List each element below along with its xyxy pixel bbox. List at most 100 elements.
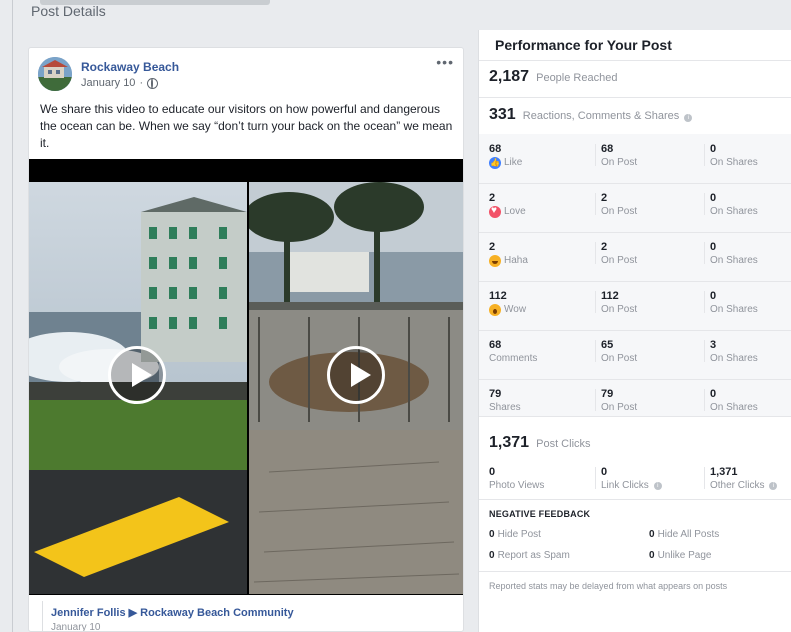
love-on-shares-cell: 0 On Shares bbox=[710, 192, 758, 218]
wow-total-cell: 112 Wow bbox=[489, 290, 526, 316]
unlike-page-label: Unlike Page bbox=[657, 550, 712, 561]
page-avatar[interactable] bbox=[38, 57, 72, 91]
report-spam-stat: 0 Report as Spam bbox=[489, 550, 570, 561]
love-on-shares-value: 0 bbox=[710, 192, 717, 204]
row-divider bbox=[479, 330, 791, 331]
on-post-label: On Post bbox=[601, 402, 638, 413]
info-icon[interactable]: i bbox=[769, 481, 778, 490]
more-options-button[interactable]: ••• bbox=[436, 54, 454, 70]
wow-on-shares-cell: 0 On Shares bbox=[710, 290, 758, 316]
left-divider bbox=[12, 0, 13, 632]
shares-total-value: 79 bbox=[489, 388, 502, 400]
unlike-page-stat: 0 Unlike Page bbox=[649, 550, 711, 561]
play-button-left[interactable] bbox=[108, 346, 166, 404]
divider bbox=[479, 416, 791, 417]
on-shares-label: On Shares bbox=[710, 157, 758, 168]
hide-all-posts-value: 0 bbox=[649, 529, 655, 540]
cell-divider bbox=[595, 467, 596, 489]
shares-on-post-value: 79 bbox=[601, 388, 614, 400]
reactions-label: Reactions, Comments & Shares bbox=[522, 110, 680, 122]
on-shares-label: On Shares bbox=[710, 255, 758, 266]
comment-author-link[interactable]: Jennifer Follis ▶ Rockaway Beach Communi… bbox=[51, 606, 294, 619]
like-total-cell: 68Like bbox=[489, 143, 522, 169]
cell-divider bbox=[595, 144, 596, 166]
on-post-label: On Post bbox=[601, 304, 638, 315]
cell-divider bbox=[704, 144, 705, 166]
love-on-post-value: 2 bbox=[601, 192, 608, 204]
row-divider bbox=[479, 183, 791, 184]
on-post-label: On Post bbox=[601, 157, 638, 168]
people-reached: 2,187 People Reached bbox=[489, 68, 617, 86]
post-clicks: 1,371 Post Clicks bbox=[489, 434, 591, 452]
globe-icon bbox=[147, 77, 159, 89]
cell-divider bbox=[595, 291, 596, 313]
shares-on-post-cell: 79 On Post bbox=[601, 388, 637, 414]
performance-panel: Performance for Your Post 2,187 People R… bbox=[478, 30, 791, 632]
haha-icon bbox=[489, 254, 501, 267]
link-clicks-cell: 0 Link Clicks i bbox=[601, 466, 662, 492]
other-clicks-label: Other Clicks bbox=[710, 480, 765, 491]
people-reached-label: People Reached bbox=[536, 72, 618, 84]
haha-label: Haha bbox=[504, 255, 528, 266]
comments-total-value: 68 bbox=[489, 339, 502, 351]
play-button-right[interactable] bbox=[327, 346, 385, 404]
cell-divider bbox=[704, 193, 705, 215]
link-clicks-label: Link Clicks bbox=[601, 480, 649, 491]
like-on-post-value: 68 bbox=[601, 143, 614, 155]
divider bbox=[479, 60, 791, 61]
haha-on-post-cell: 2 On Post bbox=[601, 241, 637, 267]
page-name-link[interactable]: Rockaway Beach bbox=[81, 60, 179, 74]
divider bbox=[479, 571, 791, 572]
love-total-cell: 2Love bbox=[489, 192, 526, 218]
divider bbox=[479, 499, 791, 500]
on-shares-label: On Shares bbox=[710, 402, 758, 413]
on-shares-label: On Shares bbox=[710, 353, 758, 364]
post-text: We share this video to educate our visit… bbox=[40, 102, 453, 150]
shares-on-shares-value: 0 bbox=[710, 388, 717, 400]
comments-on-post-value: 65 bbox=[601, 339, 614, 351]
hide-post-label: Hide Post bbox=[497, 529, 541, 540]
row-divider bbox=[479, 281, 791, 282]
love-icon bbox=[489, 204, 501, 218]
hide-all-posts-stat: 0 Hide All Posts bbox=[649, 529, 719, 540]
page-title: Post Details bbox=[31, 3, 106, 19]
people-reached-value: 2,187 bbox=[489, 68, 530, 85]
cell-divider bbox=[704, 389, 705, 411]
like-on-shares-value: 0 bbox=[710, 143, 717, 155]
photo-views-label: Photo Views bbox=[489, 480, 545, 491]
report-spam-value: 0 bbox=[489, 550, 495, 561]
comment-divider bbox=[42, 601, 43, 631]
cell-divider bbox=[595, 340, 596, 362]
like-label: Like bbox=[504, 157, 523, 168]
cell-divider bbox=[704, 291, 705, 313]
other-clicks-cell: 1,371 Other Clicks i bbox=[710, 466, 778, 492]
row-divider bbox=[479, 232, 791, 233]
reactions-value: 331 bbox=[489, 106, 516, 123]
photo-views-value: 0 bbox=[489, 466, 496, 478]
other-clicks-value: 1,371 bbox=[710, 466, 738, 478]
comments-label: Comments bbox=[489, 353, 538, 364]
on-post-label: On Post bbox=[601, 353, 638, 364]
like-icon bbox=[489, 156, 501, 169]
post-date[interactable]: January 10 bbox=[81, 77, 135, 89]
haha-on-shares-cell: 0 On Shares bbox=[710, 241, 758, 267]
info-icon[interactable]: i bbox=[653, 481, 662, 490]
comments-on-post-cell: 65 On Post bbox=[601, 339, 637, 365]
comments-total-cell: 68 Comments bbox=[489, 339, 537, 365]
haha-total-cell: 2 Haha bbox=[489, 241, 528, 267]
performance-title: Performance for Your Post bbox=[495, 37, 672, 53]
info-icon[interactable]: i bbox=[684, 114, 693, 122]
love-label: Love bbox=[504, 206, 526, 217]
negative-feedback-title: NEGATIVE FEEDBACK bbox=[489, 509, 591, 519]
video-player[interactable] bbox=[29, 159, 463, 595]
wow-on-post-value: 112 bbox=[601, 290, 619, 302]
post-card: Rockaway Beach January 10 · ••• We share… bbox=[28, 47, 464, 632]
comment-date[interactable]: January 10 bbox=[51, 622, 100, 631]
middle-dot: · bbox=[139, 77, 144, 89]
like-total-value: 68 bbox=[489, 143, 502, 155]
cell-divider bbox=[595, 389, 596, 411]
reactions-summary: 331 Reactions, Comments & Shares i bbox=[489, 106, 693, 124]
on-post-label: On Post bbox=[601, 206, 638, 217]
post-meta: January 10 · bbox=[81, 77, 159, 89]
cell-divider bbox=[704, 467, 705, 489]
